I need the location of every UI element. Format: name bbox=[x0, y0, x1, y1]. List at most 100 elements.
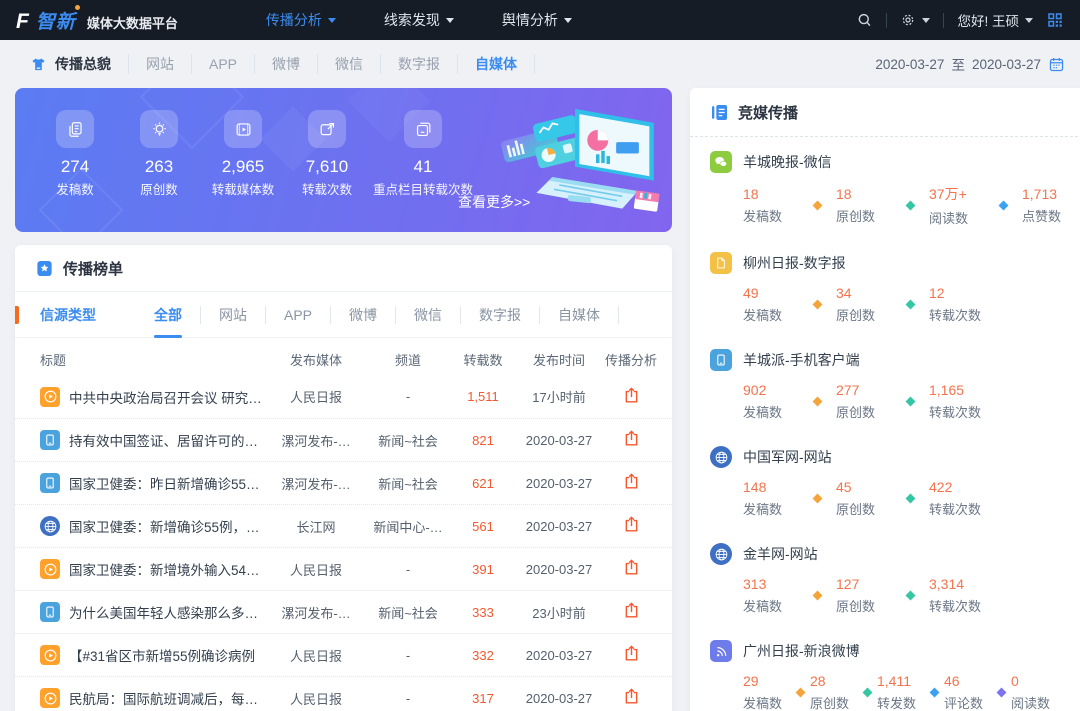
diamond-separator bbox=[813, 591, 823, 601]
analysis-button[interactable] bbox=[622, 515, 641, 534]
calendar-icon[interactable] bbox=[1048, 56, 1065, 73]
filter-tab[interactable]: APP bbox=[266, 306, 331, 324]
media-name: 中国军网-网站 bbox=[743, 447, 832, 467]
filter-tab[interactable]: 微信 bbox=[396, 306, 461, 324]
analysis-button[interactable] bbox=[622, 558, 641, 577]
article-title[interactable]: 国家卫健委：新增境外输入54例 … bbox=[69, 559, 263, 579]
stat: 29 发稿数 bbox=[743, 673, 791, 711]
stat-label: 转载次数 bbox=[285, 182, 369, 198]
filter-tab[interactable]: 全部 bbox=[136, 306, 201, 324]
source-type-label[interactable]: 信源类型 bbox=[40, 305, 96, 325]
stack-icon bbox=[404, 110, 442, 148]
stat-label: 原创数 bbox=[836, 402, 892, 421]
channel: 新闻中心-… bbox=[364, 517, 452, 536]
paper-icon bbox=[710, 252, 732, 274]
filter-tab[interactable]: 数字报 bbox=[461, 306, 540, 324]
stat: 1,713 点赞数 bbox=[1022, 186, 1078, 225]
stat: 18 发稿数 bbox=[743, 186, 799, 225]
publish-media: 长江网 bbox=[268, 517, 364, 536]
article-title[interactable]: 为什么美国年轻人感染那么多? … bbox=[69, 602, 263, 622]
diamond-separator bbox=[906, 397, 916, 407]
subnav-tab[interactable]: APP bbox=[192, 54, 255, 74]
stat-value: 274 bbox=[33, 157, 117, 177]
table-row[interactable]: 持有效中国签证、居留许可的外… 漯河发布-… 新闻~社会 821 2020-03… bbox=[15, 418, 672, 461]
top-nav-item[interactable]: 舆情分析 bbox=[478, 0, 596, 40]
publish-time: 2020-03-27 bbox=[514, 562, 604, 577]
table-row[interactable]: 中共中央政治局召开会议 研究部署 人民日报 - 1,511 17小时前 bbox=[15, 375, 672, 418]
competitor-item[interactable]: 柳州日报-数字报 49 发稿数 34 原创数 12 转载次数 bbox=[690, 238, 1080, 335]
publish-time: 2020-03-27 bbox=[514, 691, 604, 706]
stat: 902 发稿数 bbox=[743, 382, 799, 421]
chevron-down-icon bbox=[328, 18, 336, 23]
ranking-list-icon bbox=[35, 259, 54, 278]
top-nav-item[interactable]: 线索发现 bbox=[360, 0, 478, 40]
diamond-separator bbox=[997, 688, 1007, 698]
subnav-tab[interactable]: 微信 bbox=[318, 54, 381, 74]
table-row[interactable]: 国家卫健委：新增确诊55例，其… 长江网 新闻中心-… 561 2020-03-… bbox=[15, 504, 672, 547]
analysis-button[interactable] bbox=[622, 644, 641, 663]
competitor-item[interactable]: 羊城派-手机客户端 902 发稿数 277 原创数 1,165 转载次数 bbox=[690, 335, 1080, 432]
analysis-button[interactable] bbox=[622, 429, 641, 448]
subnav-tab[interactable]: 微博 bbox=[255, 54, 318, 74]
competitor-item[interactable]: 广州日报-新浪微博 29 发稿数 28 原创数 1,411 转发数 46 评论数… bbox=[690, 626, 1080, 711]
chevron-down-icon bbox=[1025, 18, 1033, 23]
competitor-stats: 313 发稿数 127 原创数 3,314 转载次数 bbox=[743, 576, 1078, 615]
column-header: 发布时间 bbox=[514, 350, 604, 369]
analysis-button[interactable] bbox=[622, 386, 641, 405]
table-row[interactable]: 【#31省区市新增55例确诊病例 人民日报 - 332 2020-03-27 bbox=[15, 633, 672, 676]
article-title[interactable]: 中共中央政治局召开会议 研究部署 bbox=[69, 387, 263, 407]
article-title[interactable]: 【#31省区市新增55例确诊病例 bbox=[69, 645, 255, 665]
stat-label: 转载媒体数 bbox=[201, 182, 285, 198]
stat: 277 原创数 bbox=[836, 382, 892, 421]
top-nav-item[interactable]: 传播分析 bbox=[242, 0, 360, 40]
article-title[interactable]: 国家卫健委：新增确诊55例，其… bbox=[69, 516, 263, 536]
stat-value: 29 bbox=[743, 673, 791, 689]
channel: - bbox=[364, 691, 452, 706]
subnav-tab[interactable]: 数字报 bbox=[381, 54, 458, 74]
table-row[interactable]: 民航局：国际航班调减后，每天… 人民日报 - 317 2020-03-27 bbox=[15, 676, 672, 711]
filter-tab[interactable]: 微博 bbox=[331, 306, 396, 324]
stat-value: 34 bbox=[836, 285, 892, 301]
diamond-separator bbox=[906, 300, 916, 310]
channel: 新闻~社会 bbox=[364, 431, 452, 450]
subnav-tab[interactable]: 网站 bbox=[129, 54, 192, 74]
app-icon bbox=[710, 349, 732, 371]
play-icon bbox=[40, 645, 60, 665]
article-title[interactable]: 民航局：国际航班调减后，每天… bbox=[69, 688, 263, 708]
qr-code-icon[interactable] bbox=[1046, 11, 1064, 29]
stat-label: 点赞数 bbox=[1022, 206, 1078, 225]
video-icon bbox=[224, 110, 262, 148]
media-name: 金羊网-网站 bbox=[743, 544, 818, 564]
stat: 34 原创数 bbox=[836, 285, 892, 324]
stat: 422 转载次数 bbox=[929, 479, 985, 518]
competitors-title: 竞媒传播 bbox=[738, 102, 798, 123]
competitor-item[interactable]: 金羊网-网站 313 发稿数 127 原创数 3,314 转载次数 bbox=[690, 529, 1080, 626]
stat-value: 49 bbox=[743, 285, 799, 301]
filter-tab[interactable]: 网站 bbox=[201, 306, 266, 324]
date-range-picker[interactable]: 2020-03-27 至 2020-03-27 bbox=[875, 54, 1065, 74]
bulb-icon bbox=[140, 110, 178, 148]
subnav-tab[interactable]: 传播总貌 bbox=[15, 54, 129, 74]
filter-tab[interactable]: 自媒体 bbox=[540, 306, 619, 324]
channel: - bbox=[364, 389, 452, 404]
search-icon[interactable] bbox=[856, 12, 873, 29]
stat-value: 1,713 bbox=[1022, 186, 1078, 202]
article-title[interactable]: 国家卫健委：昨日新增确诊55例… bbox=[69, 473, 263, 493]
analysis-button[interactable] bbox=[622, 472, 641, 491]
table-row[interactable]: 国家卫健委：新增境外输入54例 … 人民日报 - 391 2020-03-27 bbox=[15, 547, 672, 590]
analysis-button[interactable] bbox=[622, 601, 641, 620]
user-menu[interactable]: 您好! 王硕 bbox=[957, 10, 1033, 30]
table-row[interactable]: 为什么美国年轻人感染那么多? … 漯河发布-… 新闻~社会 333 23小时前 bbox=[15, 590, 672, 633]
stat: 18 原创数 bbox=[836, 186, 892, 225]
article-title[interactable]: 持有效中国签证、居留许可的外… bbox=[69, 430, 263, 450]
repost-count: 317 bbox=[452, 691, 514, 706]
stat: 3,314 转载次数 bbox=[929, 576, 985, 615]
see-more-link[interactable]: 查看更多>> bbox=[458, 192, 530, 212]
table-row[interactable]: 国家卫健委：昨日新增确诊55例… 漯河发布-… 新闻~社会 621 2020-0… bbox=[15, 461, 672, 504]
competitor-item[interactable]: 羊城晚报-微信 18 发稿数 18 原创数 37万+ 阅读数 1,713 点赞数 bbox=[690, 137, 1080, 238]
settings-button[interactable] bbox=[900, 12, 930, 28]
section-tabs: 传播总貌 网站 APP 微博 微信 数字报 自媒体 bbox=[15, 54, 535, 74]
competitor-item[interactable]: 中国军网-网站 148 发稿数 45 原创数 422 转载次数 bbox=[690, 432, 1080, 529]
analysis-button[interactable] bbox=[622, 687, 641, 706]
subnav-tab[interactable]: 自媒体 bbox=[458, 54, 535, 74]
